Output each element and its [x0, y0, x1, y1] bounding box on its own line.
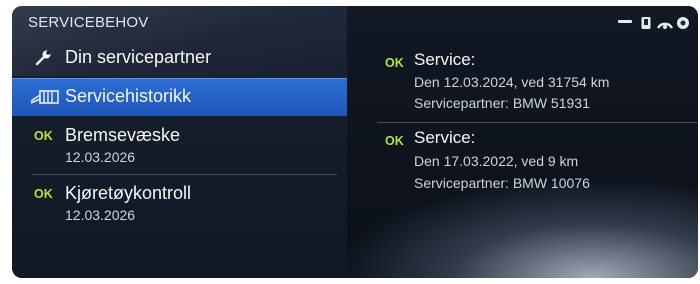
menu-item-label: Kjøretøykontroll: [65, 183, 192, 203]
background-glow: [347, 183, 698, 278]
service-title: Service:: [414, 50, 476, 69]
due-date: 12.03.2026: [65, 149, 136, 165]
wrench-icon: [34, 48, 54, 73]
idrive-screen: SERVICEBEHOV Din servicepartner Serviceh…: [12, 6, 698, 278]
ok-status-badge: OK: [34, 129, 53, 143]
menu-item-service-history[interactable]: Servicehistorikk: [12, 78, 347, 116]
ok-status-badge: OK: [385, 56, 404, 70]
menu-item-brake-fluid[interactable]: OK Bremsevæske 12.03.2026: [12, 118, 347, 174]
due-date: 12.03.2026: [65, 207, 136, 223]
minus-icon: [618, 20, 632, 23]
ok-status-badge: OK: [385, 134, 404, 148]
pane-title: SERVICEBEHOV: [28, 14, 149, 31]
left-menu-pane: SERVICEBEHOV Din servicepartner Serviceh…: [12, 6, 347, 278]
status-icons: [610, 16, 690, 36]
service-date-mileage: Den 12.03.2024, ved 31754 km: [414, 74, 610, 90]
menu-item-label: Din servicepartner: [65, 47, 212, 67]
service-history-pane: OK Service: Den 12.03.2024, ved 31754 km…: [347, 6, 698, 278]
menu-item-service-partner[interactable]: Din servicepartner: [12, 40, 347, 78]
signal-icon: [656, 16, 674, 35]
service-book-icon: [30, 89, 60, 110]
service-title: Service:: [414, 128, 476, 147]
service-date-mileage: Den 17.03.2022, ved 9 km: [414, 153, 579, 169]
menu-item-vehicle-check[interactable]: OK Kjøretøykontroll 12.03.2026: [12, 176, 347, 232]
menu-item-label: Bremsevæske: [65, 125, 181, 145]
divider: [32, 174, 337, 175]
divider: [377, 122, 697, 123]
ok-status-badge: OK: [34, 187, 53, 201]
settings-icon: [676, 16, 690, 35]
phone-icon: [640, 16, 652, 35]
service-partner: Servicepartner: BMW 10076: [414, 175, 590, 191]
menu-item-label: Servicehistorikk: [65, 86, 192, 106]
service-partner: Servicepartner: BMW 51931: [414, 95, 590, 111]
